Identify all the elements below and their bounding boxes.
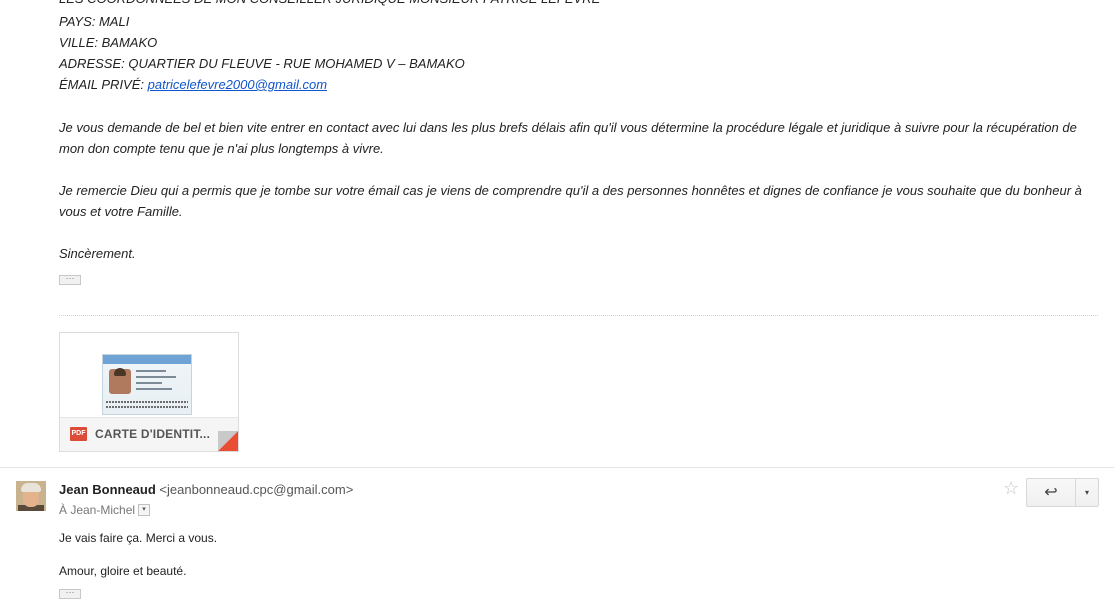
reply-button-group: ↩ ▾ bbox=[1026, 478, 1099, 507]
attachment-card[interactable]: PDF CARTE D'IDENTIT... bbox=[59, 332, 239, 452]
address-line: ADRESSE: QUARTIER DU FLEUVE - RUE MOHAME… bbox=[59, 56, 465, 71]
attachment-filename: CARTE D'IDENTIT... bbox=[95, 427, 211, 441]
body-paragraph-2: Je remercie Dieu qui a permis que je tom… bbox=[59, 183, 1082, 219]
id-card-thumbnail bbox=[102, 354, 192, 415]
closing-line: Sincèrement. bbox=[59, 246, 136, 261]
show-trimmed-button[interactable]: ··· bbox=[59, 274, 81, 285]
reply-button[interactable]: ↩ bbox=[1027, 479, 1075, 506]
email-line: ÉMAIL PRIVÉ: patricelefevre2000@gmail.co… bbox=[59, 74, 327, 95]
chevron-down-icon: ▾ bbox=[1084, 488, 1089, 497]
star-icon[interactable]: ☆ bbox=[1003, 478, 1019, 498]
body-paragraph-1: Je vous demande de bel et bien vite entr… bbox=[59, 120, 1077, 156]
reply-line-2: Amour, gloire et beauté. bbox=[59, 564, 187, 578]
sender-name[interactable]: Jean Bonneaud bbox=[59, 482, 156, 497]
details-dropdown-icon[interactable]: ▾ bbox=[138, 503, 151, 516]
email-label: ÉMAIL PRIVÉ: bbox=[59, 77, 148, 92]
city-line: VILLE: BAMAKO bbox=[59, 35, 158, 50]
attachment-footer: PDF CARTE D'IDENTIT... bbox=[60, 417, 238, 451]
country-line: PAYS: MALI bbox=[59, 14, 130, 29]
show-trimmed-button-2[interactable]: ··· bbox=[59, 588, 81, 599]
sender: Jean Bonneaud <jeanbonneaud.cpc@gmail.co… bbox=[59, 482, 353, 497]
cut-off-line: LES COORDONNÉES DE MON CONSEILLER JURIDI… bbox=[59, 0, 600, 9]
pdf-icon: PDF bbox=[70, 427, 87, 441]
id-photo bbox=[109, 368, 131, 394]
reply-icon: ↩ bbox=[1044, 484, 1058, 501]
sender-email: <jeanbonneaud.cpc@gmail.com> bbox=[159, 482, 354, 497]
recipient-label: À Jean-Michel bbox=[59, 503, 136, 517]
message-divider bbox=[0, 467, 1114, 468]
avatar[interactable] bbox=[16, 481, 46, 511]
more-options-button[interactable]: ▾ bbox=[1076, 479, 1098, 506]
email-link[interactable]: patricelefevre2000@gmail.com bbox=[148, 77, 327, 92]
recipient-line: À Jean-Michel ▾ bbox=[59, 503, 151, 517]
attachment-separator bbox=[59, 315, 1098, 316]
reply-line-1: Je vais faire ça. Merci a vous. bbox=[59, 531, 218, 545]
